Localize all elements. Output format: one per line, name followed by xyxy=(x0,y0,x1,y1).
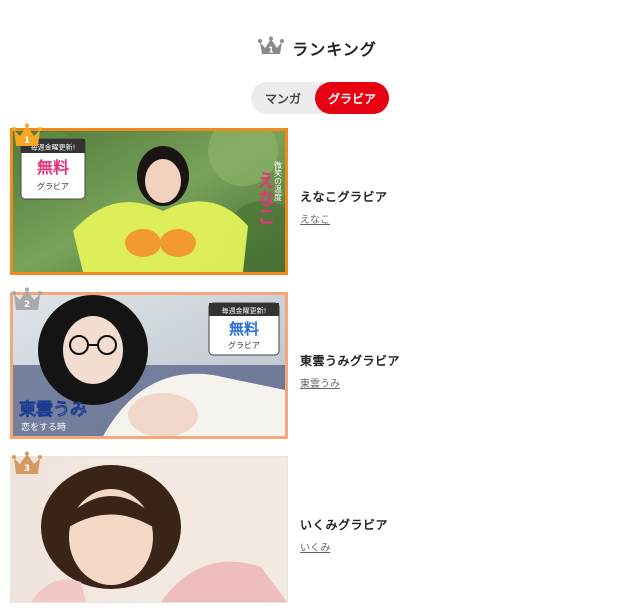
thumbnail-image: 毎週金曜更新! 無料 グラビア 東雲うみ 恋をする時 xyxy=(13,295,285,436)
item-info: いくみグラビア いくみ xyxy=(300,516,388,554)
rank-1-crown-icon: 1 xyxy=(12,122,42,148)
item-author-link[interactable]: いくみ xyxy=(300,539,388,554)
svg-text:毎週金曜更新!: 毎週金曜更新! xyxy=(222,306,267,315)
ranking-item: 2 毎週金曜更新! 無料 グラビア 東雲うみ 恋をする時 東雲うみグラビア 東雲… xyxy=(10,287,610,439)
thumbnail-image: 毎週金曜更新! 無料 グラビア えなこ 微笑の温度 xyxy=(13,131,285,272)
item-author-link[interactable]: えなこ xyxy=(300,211,388,226)
svg-text:恋をする時: 恋をする時 xyxy=(21,421,66,433)
svg-text:2: 2 xyxy=(24,300,30,310)
category-tabs: マンガ グラビア xyxy=(251,82,389,114)
crown-number: 1 xyxy=(268,46,274,55)
item-info: 東雲うみグラビア 東雲うみ xyxy=(300,352,400,390)
tab-manga[interactable]: マンガ xyxy=(251,82,315,114)
svg-text:1: 1 xyxy=(24,136,30,146)
item-info: えなこグラビア えなこ xyxy=(300,188,388,226)
rank-3-crown-icon: 3 xyxy=(12,450,42,476)
svg-text:3: 3 xyxy=(24,464,30,474)
svg-text:東雲うみ: 東雲うみ xyxy=(19,399,87,420)
thumbnail-ikumi[interactable] xyxy=(10,456,288,603)
item-author-link[interactable]: 東雲うみ xyxy=(300,375,400,390)
ranking-item: 3 いくみグラビア いくみ xyxy=(10,451,610,603)
svg-text:無料: 無料 xyxy=(229,320,259,338)
item-title[interactable]: 東雲うみグラビア xyxy=(300,352,400,369)
page-title: ランキング xyxy=(292,40,377,59)
item-title[interactable]: えなこグラビア xyxy=(300,188,388,205)
ranking-item: 1 毎週金曜更新! 無料 グラビア えなこ 微笑の温度 えなこグラビア えなこ xyxy=(10,123,610,275)
svg-text:えなこ: えなこ xyxy=(255,171,276,225)
tab-gravure[interactable]: グラビア xyxy=(315,82,389,114)
svg-text:グラビア: グラビア xyxy=(228,340,260,350)
svg-text:微笑の温度: 微笑の温度 xyxy=(274,160,283,202)
rank-2-crown-icon: 2 xyxy=(12,286,42,312)
svg-text:無料: 無料 xyxy=(37,158,69,177)
crown-icon: 1 xyxy=(258,36,285,60)
thumbnail-enako[interactable]: 毎週金曜更新! 無料 グラビア えなこ 微笑の温度 xyxy=(10,128,288,275)
item-title[interactable]: いくみグラビア xyxy=(300,516,388,533)
ranking-header: 1 ランキング xyxy=(0,34,635,62)
svg-text:グラビア: グラビア xyxy=(37,181,69,191)
thumbnail-image xyxy=(11,457,287,602)
thumbnail-shinonome-umi[interactable]: 毎週金曜更新! 無料 グラビア 東雲うみ 恋をする時 xyxy=(10,292,288,439)
